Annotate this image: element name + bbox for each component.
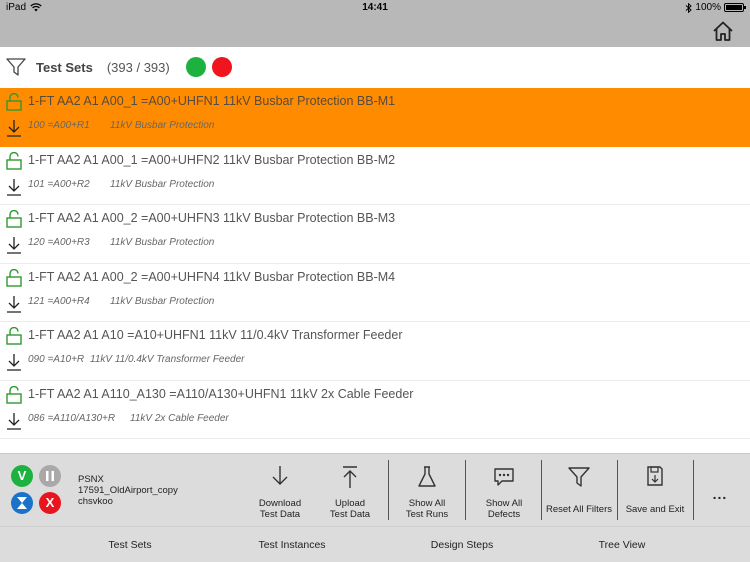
down-arrow-icon[interactable] xyxy=(6,178,22,196)
show-defects-label: Show All Defects xyxy=(485,498,523,520)
reset-all-filters-button[interactable]: Reset All Filters xyxy=(541,460,617,520)
test-set-title: 1-FT AA2 A1 A00_2 =A00+UHFN3 11kV Busbar… xyxy=(28,211,396,225)
project-info: PSNX 17591_OldAirport_copy chsvkoo xyxy=(78,474,178,507)
show-all-defects-button[interactable]: Show All Defects xyxy=(466,460,542,520)
down-arrow-icon[interactable] xyxy=(6,412,22,430)
home-icon[interactable] xyxy=(712,20,734,42)
upload-icon xyxy=(343,466,357,488)
test-set-title: 1-FT AA2 A1 A00_2 =A00+UHFN4 11kV Busbar… xyxy=(28,269,396,284)
test-set-row[interactable]: 1-FT AA2 A1 A00_2 =A00+UHFN4 11kV Busbar… xyxy=(0,264,750,322)
test-set-code: 101 =A00+R2 xyxy=(28,178,90,190)
test-set-subtitle: 086 =A110/A130+R 11kV 2x Cable Feeder xyxy=(28,413,229,424)
save-icon xyxy=(647,466,663,486)
test-set-subtitle: 090 =A10+R 11kV 11/0.4kV Transformer Feed… xyxy=(28,354,245,365)
upload-test-data-button[interactable]: Upload Test Data xyxy=(312,460,388,520)
pause-icon xyxy=(46,471,54,481)
hourglass-icon xyxy=(17,497,27,509)
battery-percent: 100% xyxy=(695,2,721,13)
test-set-row[interactable]: 1-FT AA2 A1 A00_1 =A00+UHFN2 11kV Busbar… xyxy=(0,147,750,205)
run-status-icons: V X xyxy=(11,465,65,515)
test-set-title: 1-FT AA2 A1 A00_1 =A00+UHFN1 11kV Busbar… xyxy=(28,94,396,108)
paused-status-icon[interactable] xyxy=(39,465,61,487)
comment-icon xyxy=(494,468,514,486)
unlocked-padlock-icon[interactable] xyxy=(6,210,22,228)
down-arrow-icon[interactable] xyxy=(6,119,22,137)
test-set-code: 086 =A110/A130+R xyxy=(28,412,116,424)
show-runs-label: Show All Test Runs xyxy=(405,498,449,520)
filter-header: Test Sets (393 / 393) xyxy=(0,47,750,87)
battery-icon xyxy=(724,3,746,12)
passed-status-icon[interactable]: V xyxy=(11,465,33,487)
save-and-exit-button[interactable]: Save and Exit xyxy=(617,460,693,520)
show-all-test-runs-button[interactable]: Show All Test Runs xyxy=(389,460,465,520)
filter-icon[interactable] xyxy=(6,57,26,77)
download-test-data-button[interactable]: Download Test Data xyxy=(242,460,318,520)
page-title: Test Sets xyxy=(36,59,93,75)
test-set-row[interactable]: 1-FT AA2 A1 A00_2 =A00+UHFN3 11kV Busbar… xyxy=(0,205,750,264)
download-icon xyxy=(272,466,288,485)
down-arrow-icon[interactable] xyxy=(6,295,22,313)
save-exit-label: Save and Exit xyxy=(625,504,685,515)
bluetooth-icon xyxy=(686,2,693,13)
unlocked-padlock-icon[interactable] xyxy=(6,385,22,404)
unlocked-padlock-icon[interactable] xyxy=(6,151,22,170)
test-set-code: 120 =A00+R3 xyxy=(28,237,90,248)
red-status-filter-button[interactable] xyxy=(211,57,232,77)
down-arrow-icon[interactable] xyxy=(6,353,22,371)
test-set-title: 1-FT AA2 A1 A00_1 =A00+UHFN2 11kV Busbar… xyxy=(28,152,396,167)
project-server: PSNX xyxy=(78,474,104,485)
tab-bar: Test Sets Test Instances Design Steps Tr… xyxy=(0,526,750,562)
test-set-description: 11kV Busbar Protection xyxy=(110,295,215,307)
tab-test-sets[interactable]: Test Sets xyxy=(36,527,224,562)
test-set-row[interactable]: 1-FT AA2 A1 A10 =A10+UHFN1 11kV 11/0.4kV… xyxy=(0,322,750,381)
test-set-description: 11kV Busbar Protection xyxy=(110,178,215,190)
test-set-code: 121 =A00+R4 xyxy=(28,295,90,307)
download-label: Download Test Data xyxy=(258,498,302,520)
test-set-subtitle: 121 =A00+R4 11kV Busbar Protection xyxy=(28,296,214,307)
unlocked-padlock-icon[interactable] xyxy=(6,268,22,287)
flask-icon xyxy=(418,466,436,487)
test-set-description: 11kV 2x Cable Feeder xyxy=(130,412,229,424)
project-user: chsvkoo xyxy=(78,496,113,507)
status-bar: iPad 14:41 100% xyxy=(0,0,750,16)
test-set-subtitle: 100 =A00+R1 11kV Busbar Protection xyxy=(28,120,214,131)
clock: 14:41 xyxy=(362,2,388,13)
navigation-bar xyxy=(0,16,750,47)
test-set-list: 1-FT AA2 A1 A00_1 =A00+UHFN1 11kV Busbar… xyxy=(0,88,750,439)
test-set-code: 100 =A00+R1 xyxy=(28,120,90,131)
unlocked-padlock-icon[interactable] xyxy=(6,93,22,111)
test-set-description: 11kV Busbar Protection xyxy=(110,237,215,248)
test-set-subtitle: 120 =A00+R3 11kV Busbar Protection xyxy=(28,237,214,248)
unlocked-padlock-icon[interactable] xyxy=(6,327,22,345)
filter-icon xyxy=(568,467,590,487)
test-set-description: 11kV Busbar Protection xyxy=(110,120,215,131)
more-options-button[interactable]: ... xyxy=(706,486,734,502)
down-arrow-icon[interactable] xyxy=(6,236,22,254)
bottom-toolbar: V X PSNX 17591_OldAirport_copy chsvkoo D… xyxy=(0,453,750,526)
toolbar-divider xyxy=(693,460,694,520)
project-name: 17591_OldAirport_copy xyxy=(78,485,178,496)
failed-status-icon[interactable]: X xyxy=(39,492,61,514)
test-set-code: 090 =A10+R xyxy=(28,354,85,365)
test-set-description: 11kV 11/0.4kV Transformer Feeder xyxy=(90,354,245,365)
blocked-status-icon[interactable] xyxy=(11,492,33,514)
test-set-title: 1-FT AA2 A1 A10 =A10+UHFN1 11kV 11/0.4kV… xyxy=(28,328,403,342)
tab-test-instances[interactable]: Test Instances xyxy=(198,527,386,562)
test-set-row[interactable]: 1-FT AA2 A1 A110_A130 =A110/A130+UHFN1 1… xyxy=(0,381,750,439)
test-set-title: 1-FT AA2 A1 A110_A130 =A110/A130+UHFN1 1… xyxy=(28,386,414,401)
record-count: (393 / 393) xyxy=(106,59,170,75)
upload-label: Upload Test Data xyxy=(329,498,371,520)
tab-tree-view[interactable]: Tree View xyxy=(528,527,716,562)
reset-filters-label: Reset All Filters xyxy=(546,504,612,515)
test-set-row[interactable]: 1-FT AA2 A1 A00_1 =A00+UHFN1 11kV Busbar… xyxy=(0,88,750,147)
green-status-filter-button[interactable] xyxy=(185,57,206,77)
test-set-subtitle: 101 =A00+R2 11kV Busbar Protection xyxy=(28,179,214,190)
